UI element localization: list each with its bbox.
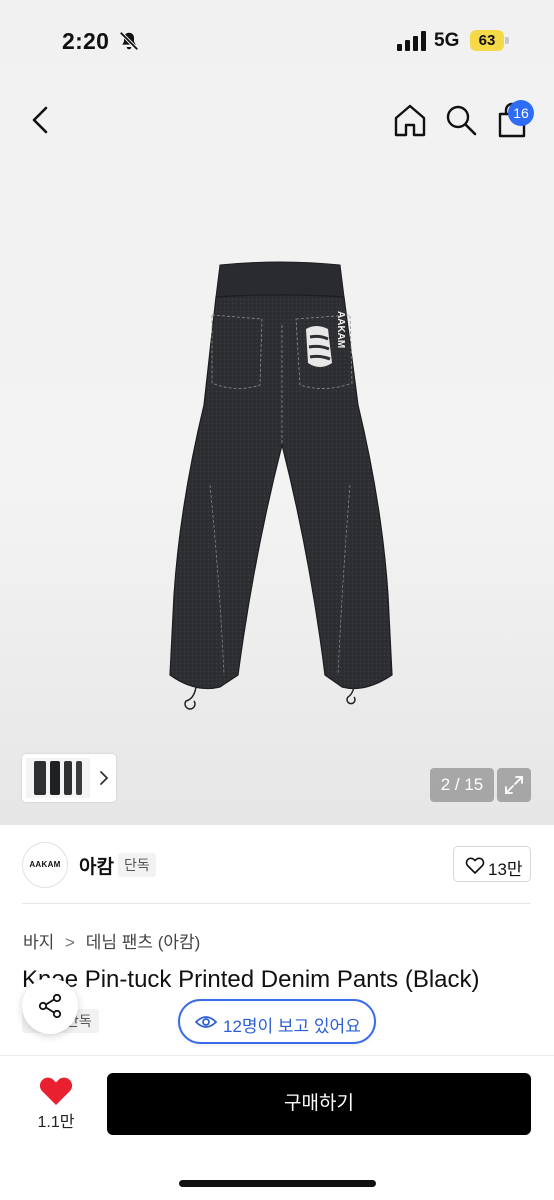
brand-like-count: 13만 <box>488 860 523 879</box>
brand-like-button[interactable]: 13만 <box>453 846 531 882</box>
breadcrumb-item-pants[interactable]: 바지 <box>23 928 54 953</box>
breadcrumb-item-denim[interactable]: 데님 팬츠 (아캄) <box>86 928 201 953</box>
buy-button[interactable]: 구매하기 <box>107 1073 531 1135</box>
breadcrumb-separator: > <box>65 933 75 952</box>
heart-outline-icon <box>465 857 485 874</box>
product-title: Knee Pin-tuck Printed Denim Pants (Black… <box>22 966 480 993</box>
brand-name[interactable]: 아캄 <box>79 852 114 879</box>
back-icon[interactable] <box>26 104 56 136</box>
cart-count-badge: 16 <box>508 100 534 126</box>
favorite-count: 1.1만 <box>37 1114 75 1131</box>
search-icon[interactable] <box>444 102 478 138</box>
divider <box>22 903 531 904</box>
print-graphic <box>306 326 332 367</box>
exclusive-badge: 단독 <box>118 853 156 877</box>
bell-muted-icon <box>119 31 139 51</box>
image-counter: 2 / 15 <box>430 768 494 802</box>
thumbnail-strip[interactable] <box>22 754 116 802</box>
home-indicator <box>179 1180 376 1187</box>
brand-logo[interactable]: AAKAM <box>22 842 68 888</box>
status-time: 2:20 <box>62 28 110 54</box>
thumbnail-image[interactable] <box>26 758 90 798</box>
expand-icon[interactable] <box>497 768 531 802</box>
heart-filled-icon[interactable] <box>38 1075 74 1107</box>
eye-icon <box>195 1016 217 1028</box>
share-button[interactable] <box>22 978 78 1034</box>
product-image[interactable]: AAKAM <box>120 255 440 715</box>
print-text: AAKAM <box>335 311 346 348</box>
viewers-text: 12명이 보고 있어요 <box>223 1017 361 1036</box>
battery-level: 63 <box>470 30 504 51</box>
battery-icon: 63 <box>470 30 510 51</box>
chevron-right-icon[interactable] <box>98 769 110 787</box>
status-bar: 2:20 5G 63 <box>0 0 554 80</box>
share-icon <box>38 993 62 1019</box>
signal-icon <box>397 31 426 51</box>
breadcrumb: 바지 > 데님 팬츠 (아캄) <box>23 928 200 953</box>
viewers-indicator: 12명이 보고 있어요 <box>178 999 376 1044</box>
battery-cap <box>505 37 509 44</box>
home-icon[interactable] <box>392 102 428 138</box>
network-type: 5G <box>434 30 460 51</box>
